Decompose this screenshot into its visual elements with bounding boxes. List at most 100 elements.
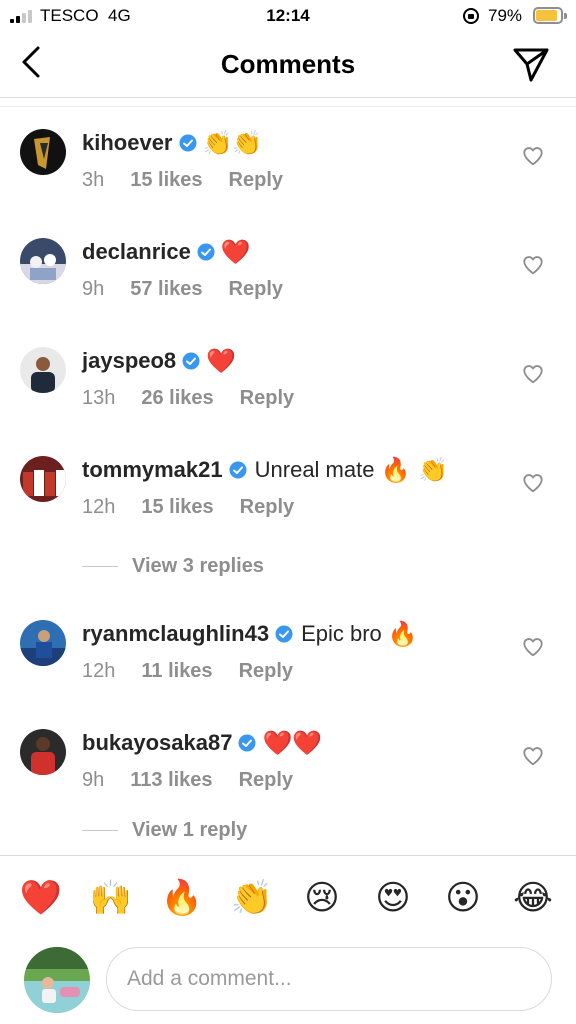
commenter-avatar[interactable] bbox=[20, 347, 66, 393]
comment-body: declanrice ❤️ bbox=[82, 236, 251, 268]
heart-outline-icon bbox=[523, 365, 543, 384]
view-replies-label: View 1 reply bbox=[132, 818, 248, 841]
comment-timestamp: 9h bbox=[82, 769, 105, 791]
heart-outline-icon bbox=[523, 638, 543, 657]
header: Comments bbox=[0, 32, 576, 98]
clap-emoji-button[interactable]: 👏 bbox=[230, 876, 274, 920]
heart-outline-icon bbox=[523, 256, 543, 275]
comment-body: jayspeo8 ❤️ bbox=[82, 345, 236, 377]
comment-timestamp: 12h bbox=[82, 660, 116, 682]
verified-badge-icon bbox=[182, 352, 200, 370]
username-link[interactable]: jayspeo8 bbox=[82, 348, 176, 374]
view-replies-button[interactable]: View 3 replies bbox=[82, 551, 264, 581]
battery-level bbox=[536, 10, 557, 21]
like-comment-button[interactable] bbox=[522, 636, 544, 658]
heart-outline-icon bbox=[523, 747, 543, 766]
username-link[interactable]: tommymak21 bbox=[82, 457, 223, 483]
fire-emoji-button[interactable]: 🔥 bbox=[160, 876, 204, 920]
like-comment-button[interactable] bbox=[522, 145, 544, 167]
comment-meta: 9h 113 likes Reply bbox=[82, 769, 293, 792]
comment-emoji: 👏👏 bbox=[202, 129, 263, 157]
comment-meta: 12h 15 likes Reply bbox=[82, 496, 294, 519]
username-link[interactable]: kihoever bbox=[82, 130, 173, 156]
like-comment-button[interactable] bbox=[522, 254, 544, 276]
comment-row[interactable]: kihoever 👏👏 3h 15 likes Reply bbox=[0, 107, 576, 207]
replies-rule bbox=[82, 565, 118, 567]
comment-row[interactable]: tommymak21 Unreal mate 🔥 👏 12h 15 likes Reply bbox=[0, 434, 576, 534]
reply-button[interactable]: Reply bbox=[229, 278, 283, 301]
surprised-emoji-button[interactable]: 😮 bbox=[441, 876, 485, 920]
heart-emoji-button[interactable]: ❤️ bbox=[19, 876, 63, 920]
like-comment-button[interactable] bbox=[522, 472, 544, 494]
comment-body: ryanmclaughlin43 Epic bro 🔥 bbox=[82, 618, 418, 650]
comment-row[interactable]: declanrice ❤️ 9h 57 likes Reply bbox=[0, 216, 576, 316]
commenter-avatar[interactable] bbox=[20, 729, 66, 775]
comment-meta: 3h 15 likes Reply bbox=[82, 169, 283, 192]
commenter-avatar[interactable] bbox=[20, 456, 66, 502]
username-link[interactable]: declanrice bbox=[82, 239, 191, 265]
comment-emoji: 🔥 👏 bbox=[380, 456, 448, 484]
verified-badge-icon bbox=[229, 461, 247, 479]
reply-button[interactable]: Reply bbox=[239, 660, 293, 683]
view-replies-button[interactable]: View 1 reply bbox=[82, 815, 247, 845]
crying-emoji-button[interactable]: 😢 bbox=[300, 876, 344, 920]
verified-badge-icon bbox=[238, 734, 256, 752]
reply-button[interactable]: Reply bbox=[229, 169, 283, 192]
quick-emoji-bar: ❤️ 🙌 🔥 👏 😢 😍 😮 😂 bbox=[0, 876, 576, 920]
verified-badge-icon bbox=[179, 134, 197, 152]
current-user-avatar bbox=[24, 947, 90, 1013]
commenter-avatar[interactable] bbox=[20, 129, 66, 175]
reply-button[interactable]: Reply bbox=[240, 387, 294, 410]
orientation-lock-icon bbox=[463, 8, 479, 24]
like-count[interactable]: 57 likes bbox=[130, 278, 202, 301]
battery-icon bbox=[533, 7, 567, 24]
reply-button[interactable]: Reply bbox=[239, 769, 293, 792]
comment-input[interactable] bbox=[106, 947, 552, 1011]
heart-outline-icon bbox=[523, 147, 543, 166]
status-bar: TESCO 4G 12:14 79% bbox=[0, 0, 576, 32]
heart-outline-icon bbox=[523, 474, 543, 493]
send-icon bbox=[513, 48, 549, 82]
comment-meta: 13h 26 likes Reply bbox=[82, 387, 294, 410]
view-replies-label: View 3 replies bbox=[132, 554, 264, 577]
comment-emoji: 🔥 bbox=[387, 620, 418, 648]
comment-body: kihoever 👏👏 bbox=[82, 127, 262, 159]
battery-percentage: 79% bbox=[488, 6, 523, 25]
comment-text: Epic bro bbox=[301, 621, 382, 646]
like-count[interactable]: 15 likes bbox=[141, 496, 213, 519]
comment-row[interactable]: ryanmclaughlin43 Epic bro 🔥 12h 11 likes Repl… bbox=[0, 598, 576, 698]
comment-timestamp: 3h bbox=[82, 169, 105, 191]
comment-emoji: ❤️ bbox=[206, 347, 237, 375]
share-button[interactable] bbox=[511, 44, 551, 84]
username-link[interactable]: ryanmclaughlin43 bbox=[82, 621, 269, 647]
reply-button[interactable]: Reply bbox=[240, 496, 294, 519]
like-count[interactable]: 26 likes bbox=[141, 387, 213, 410]
comment-emoji: ❤️ bbox=[220, 238, 251, 266]
heart-eyes-emoji-button[interactable]: 😍 bbox=[371, 876, 415, 920]
comment-text: Unreal mate bbox=[254, 457, 375, 482]
comment-row[interactable]: bukayosaka87 ❤️❤️ 9h 113 likes Reply bbox=[0, 707, 576, 807]
like-count[interactable]: 11 likes bbox=[141, 660, 212, 683]
comment-body: tommymak21 Unreal mate 🔥 👏 bbox=[82, 454, 448, 486]
raised-hands-emoji-button[interactable]: 🙌 bbox=[89, 876, 133, 920]
comment-row[interactable]: jayspeo8 ❤️ 13h 26 likes Reply bbox=[0, 325, 576, 425]
comment-timestamp: 13h bbox=[82, 387, 116, 409]
comment-meta: 12h 11 likes Reply bbox=[82, 660, 293, 683]
like-count[interactable]: 15 likes bbox=[130, 169, 202, 192]
page-title: Comments bbox=[220, 49, 356, 79]
comment-composer: ❤️ 🙌 🔥 👏 😢 😍 😮 😂 bbox=[0, 855, 576, 1024]
comment-timestamp: 9h bbox=[82, 278, 105, 300]
like-comment-button[interactable] bbox=[522, 745, 544, 767]
replies-rule bbox=[82, 829, 118, 831]
commenter-avatar[interactable] bbox=[20, 238, 66, 284]
username-link[interactable]: bukayosaka87 bbox=[82, 730, 232, 756]
comment-meta: 9h 57 likes Reply bbox=[82, 278, 283, 301]
like-count[interactable]: 113 likes bbox=[130, 769, 212, 792]
laughing-emoji-button[interactable]: 😂 bbox=[511, 876, 555, 920]
comment-emoji: ❤️❤️ bbox=[262, 729, 323, 757]
verified-badge-icon bbox=[275, 625, 293, 643]
commenter-avatar[interactable] bbox=[20, 620, 66, 666]
comment-body: bukayosaka87 ❤️❤️ bbox=[82, 727, 322, 759]
verified-badge-icon bbox=[197, 243, 215, 261]
like-comment-button[interactable] bbox=[522, 363, 544, 385]
